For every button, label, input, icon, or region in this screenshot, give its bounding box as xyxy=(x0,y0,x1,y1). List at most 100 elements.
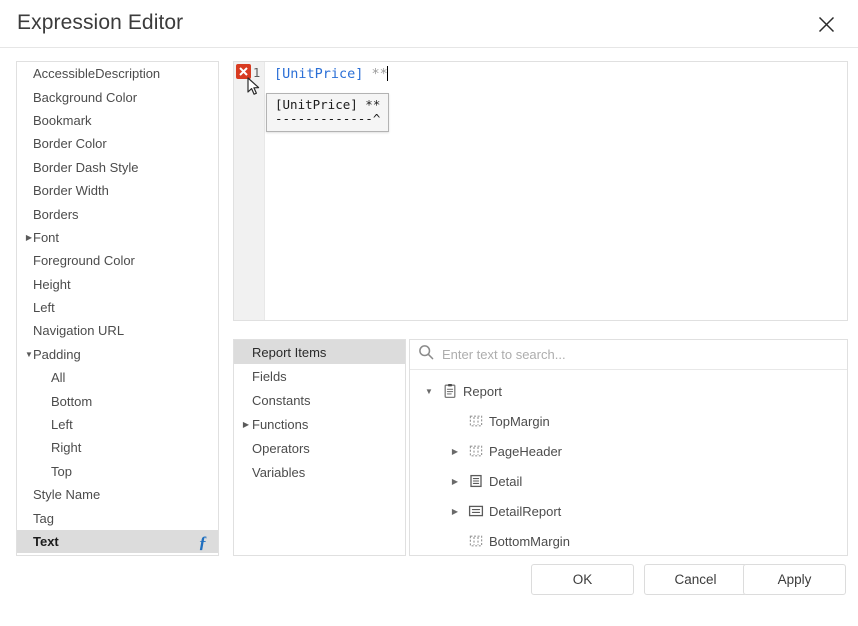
dialog-footer: OK Cancel Apply xyxy=(0,564,858,600)
property-row-label: Font xyxy=(33,230,59,245)
category-row-label: Constants xyxy=(252,393,311,408)
detail-report-icon xyxy=(468,503,484,519)
apply-button[interactable]: Apply xyxy=(743,564,846,595)
property-row[interactable]: Bookmark xyxy=(17,109,218,132)
expression-operator-token: ** xyxy=(363,66,387,82)
property-row[interactable]: Border Color xyxy=(17,132,218,155)
page-title: Expression Editor xyxy=(17,11,183,35)
property-row[interactable]: ▶Font xyxy=(17,226,218,249)
category-row-label: Functions xyxy=(252,417,308,432)
text-caret xyxy=(387,66,388,81)
report-items-tree-panel[interactable]: ▼ Report TopMargin ▶ PageHeader ▶ Detail ▶ Detai… xyxy=(409,339,848,556)
category-row[interactable]: Report Items xyxy=(234,340,405,364)
detail-band-icon xyxy=(468,473,484,489)
property-row[interactable]: Border Dash Style xyxy=(17,156,218,179)
property-row-label: Background Color xyxy=(33,90,137,105)
property-row-label: Text xyxy=(33,534,59,549)
line-number: 1 xyxy=(253,66,260,80)
property-row[interactable]: Height xyxy=(17,273,218,296)
chevron-right-icon[interactable]: ▶ xyxy=(448,466,462,496)
chevron-right-icon[interactable]: ▶ xyxy=(448,436,462,466)
code-line[interactable]: [UnitPrice] ** xyxy=(274,66,388,83)
margin-band-icon xyxy=(468,533,484,549)
chevron-right-icon[interactable]: ▶ xyxy=(241,412,251,436)
expression-code-editor[interactable]: 1 [UnitPrice] ** [UnitPrice] ** --------… xyxy=(233,61,848,321)
chevron-down-icon[interactable]: ▼ xyxy=(23,343,35,366)
tree-node[interactable]: BottomMargin xyxy=(410,526,847,556)
property-row-label: Navigation URL xyxy=(33,323,124,338)
category-row[interactable]: ▶Functions xyxy=(234,412,405,436)
category-row[interactable]: Fields xyxy=(234,364,405,388)
tree-node[interactable]: TopMargin xyxy=(410,406,847,436)
tree-node-label: Report xyxy=(463,384,502,399)
category-row[interactable]: Variables xyxy=(234,460,405,484)
tree-node[interactable]: ▼ Report xyxy=(410,376,847,406)
mouse-pointer-icon xyxy=(247,77,263,97)
tree-node-label: TopMargin xyxy=(489,414,550,429)
error-x-icon[interactable] xyxy=(236,64,251,79)
property-row[interactable]: Background Color xyxy=(17,85,218,108)
tree-body: ▼ Report TopMargin ▶ PageHeader ▶ Detail ▶ Detai… xyxy=(410,370,847,556)
property-row-label: Border Color xyxy=(33,136,107,151)
category-row[interactable]: Operators xyxy=(234,436,405,460)
property-row-label: Height xyxy=(33,277,71,292)
property-row[interactable]: Top xyxy=(17,460,218,483)
search-input[interactable] xyxy=(442,347,847,362)
tree-node-label: PageHeader xyxy=(489,444,562,459)
chevron-right-icon[interactable]: ▶ xyxy=(448,496,462,526)
function-fx-icon[interactable]: ƒ xyxy=(199,533,208,550)
property-row[interactable]: Right xyxy=(17,436,218,459)
property-row-label: Border Width xyxy=(33,183,109,198)
property-row-label: Borders xyxy=(33,207,79,222)
error-tooltip-line-1: [UnitPrice] ** xyxy=(275,97,380,112)
tree-node-label: Detail xyxy=(489,474,522,489)
cancel-button[interactable]: Cancel xyxy=(644,564,747,595)
tree-node[interactable]: ▶ Detail xyxy=(410,466,847,496)
close-button[interactable] xyxy=(804,6,848,42)
property-row[interactable]: Text ƒ xyxy=(17,530,218,553)
property-row-label: Padding xyxy=(33,347,81,362)
property-row[interactable]: Left xyxy=(17,413,218,436)
property-row[interactable]: Bottom xyxy=(17,389,218,412)
margin-band-icon xyxy=(468,413,484,429)
ok-button[interactable]: OK xyxy=(531,564,634,595)
editor-gutter xyxy=(234,62,265,320)
category-row-label: Operators xyxy=(252,441,310,456)
property-row-label: Foreground Color xyxy=(33,253,135,268)
chevron-down-icon[interactable]: ▼ xyxy=(422,376,436,406)
property-list[interactable]: AccessibleDescription Background Color Boo… xyxy=(16,61,219,556)
property-row[interactable]: All xyxy=(17,366,218,389)
property-row-label: Style Name xyxy=(33,487,100,502)
chevron-right-icon[interactable]: ▶ xyxy=(23,226,35,249)
tree-node-label: BottomMargin xyxy=(489,534,570,549)
margin-band-icon xyxy=(468,443,484,459)
close-icon xyxy=(818,16,835,33)
category-row-label: Report Items xyxy=(252,345,326,360)
tree-node[interactable]: ▶ PageHeader xyxy=(410,436,847,466)
tree-node-label: DetailReport xyxy=(489,504,561,519)
category-row[interactable]: Constants xyxy=(234,388,405,412)
property-row[interactable]: ▼Padding xyxy=(17,343,218,366)
property-row[interactable]: Border Width xyxy=(17,179,218,202)
property-row-label: Right xyxy=(51,440,81,455)
property-row-label: Bookmark xyxy=(33,113,92,128)
property-row-label: Tag xyxy=(33,511,54,526)
property-row[interactable]: Left xyxy=(17,296,218,319)
header-divider xyxy=(0,47,858,48)
property-row[interactable]: Borders xyxy=(17,202,218,225)
property-row-label: All xyxy=(51,370,65,385)
category-row-label: Variables xyxy=(252,465,305,480)
property-row[interactable]: Navigation URL xyxy=(17,319,218,342)
category-list[interactable]: Report ItemsFieldsConstants▶FunctionsOpe… xyxy=(233,339,406,556)
property-row-label: AccessibleDescription xyxy=(33,66,160,81)
property-row[interactable]: Foreground Color xyxy=(17,249,218,272)
search-bar[interactable] xyxy=(410,340,847,370)
tree-node[interactable]: ▶ DetailReport xyxy=(410,496,847,526)
report-clipboard-icon xyxy=(442,383,458,399)
property-row[interactable]: Tag xyxy=(17,506,218,529)
property-row[interactable]: Style Name xyxy=(17,483,218,506)
property-row[interactable]: AccessibleDescription xyxy=(17,62,218,85)
error-tooltip-line-2: -------------^ xyxy=(275,111,380,126)
error-tooltip: [UnitPrice] ** -------------^ xyxy=(266,93,389,132)
property-row-label: Top xyxy=(51,464,72,479)
